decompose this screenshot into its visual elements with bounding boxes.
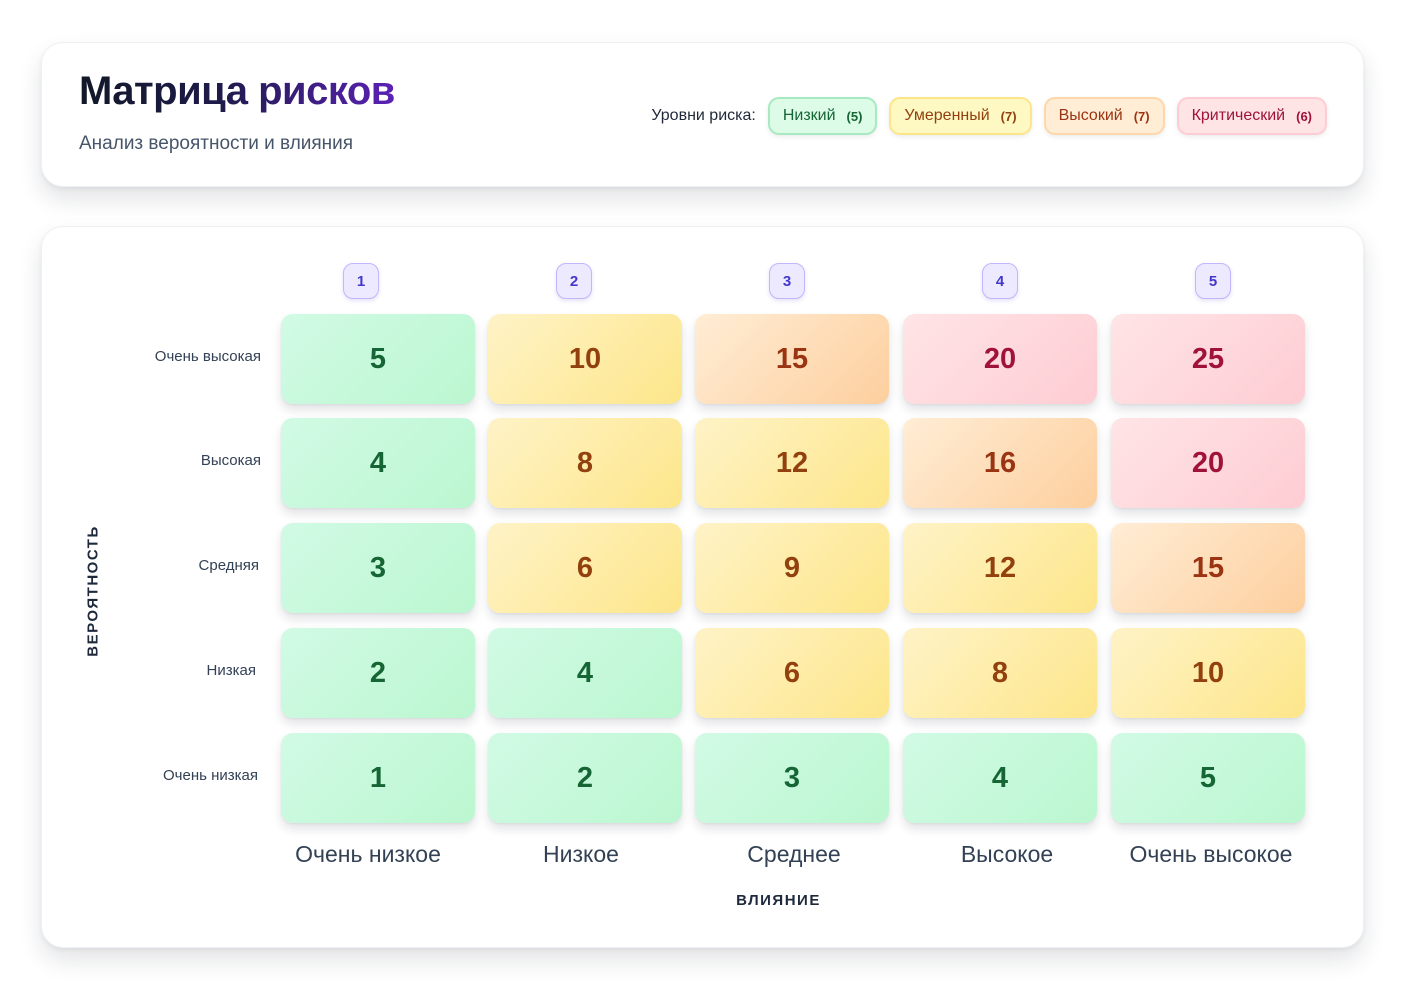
risk-cell[interactable]: 12: [903, 523, 1097, 613]
legend-pill-count: (6): [1296, 108, 1312, 124]
risk-cell[interactable]: 20: [903, 314, 1097, 404]
legend-pill-high: Высокий (7): [1043, 97, 1165, 135]
risk-cell[interactable]: 10: [1111, 628, 1305, 718]
legend-pill-label: Высокий: [1058, 107, 1123, 124]
column-label: Очень высокое: [1129, 841, 1293, 867]
column-label: Низкое: [543, 841, 619, 867]
column-number-badge: 1: [343, 263, 379, 299]
column-label: Среднее: [747, 841, 841, 867]
risk-cell[interactable]: 2: [281, 628, 475, 718]
risk-cell[interactable]: 4: [281, 418, 475, 508]
x-axis-title: ВЛИЯНИЕ: [736, 892, 821, 909]
legend-pill-label: Критический: [1191, 107, 1286, 124]
legend-pill-count: (5): [846, 108, 863, 124]
risk-cell[interactable]: 6: [488, 523, 682, 613]
risk-cell[interactable]: 12: [695, 418, 889, 508]
risk-cell[interactable]: 9: [695, 523, 889, 613]
legend-pill-label: Умеренный: [904, 107, 990, 124]
column-label: Очень низкое: [295, 841, 441, 867]
risk-cell[interactable]: 6: [695, 628, 889, 718]
column-number-badge: 2: [556, 263, 592, 299]
risk-cell[interactable]: 15: [1111, 523, 1305, 613]
legend-label: Уровни риска:: [651, 107, 756, 124]
y-axis-title: ВЕРОЯТНОСТЬ: [84, 525, 102, 657]
risk-cell[interactable]: 15: [695, 314, 889, 404]
page-title: Матрица рисков: [79, 69, 395, 113]
legend-pill-moderate: Умеренный (7): [889, 97, 1032, 135]
risk-cell[interactable]: 3: [695, 733, 889, 823]
risk-cell[interactable]: 20: [1111, 418, 1305, 508]
risk-cell[interactable]: 5: [281, 314, 475, 404]
legend-pill-count: (7): [1000, 108, 1017, 124]
risk-cell[interactable]: 5: [1111, 733, 1305, 823]
risk-cell[interactable]: 4: [903, 733, 1097, 823]
legend-pill-critical: Критический (6): [1176, 97, 1327, 135]
legend-pill-count: (7): [1133, 108, 1150, 124]
risk-cell[interactable]: 4: [488, 628, 682, 718]
legend-pill-label: Низкий: [782, 107, 836, 124]
risk-cell[interactable]: 8: [488, 418, 682, 508]
row-label: Низкая: [206, 662, 256, 679]
row-label: Очень низкая: [163, 767, 258, 784]
risk-cell[interactable]: 1: [281, 733, 475, 823]
row-label: Средняя: [198, 557, 259, 574]
risk-cell[interactable]: 2: [488, 733, 682, 823]
header-card: Матрица рисков Анализ вероятности и влия…: [41, 42, 1364, 187]
column-label: Высокое: [960, 841, 1054, 867]
column-number-badge: 4: [982, 263, 1018, 299]
risk-cell[interactable]: 8: [903, 628, 1097, 718]
risk-cell[interactable]: 16: [903, 418, 1097, 508]
risk-cell[interactable]: 10: [488, 314, 682, 404]
column-number-badge: 3: [769, 263, 805, 299]
risk-cell[interactable]: 3: [281, 523, 475, 613]
row-label: Очень высокая: [154, 348, 261, 365]
risk-matrix-card: ВЕРОЯТНОСТЬ ВЛИЯНИЕ 1 2 3 4 5 Очень высокая Вы…: [41, 226, 1364, 948]
row-label: Высокая: [200, 452, 261, 469]
risk-legend: Уровни риска: Низкий (5) Умеренный (7) В…: [651, 96, 1327, 136]
column-number-badge: 5: [1195, 263, 1231, 299]
legend-pill-low: Низкий (5): [767, 97, 878, 135]
risk-cell[interactable]: 25: [1111, 314, 1305, 404]
page-subtitle: Анализ вероятности и влияния: [79, 133, 354, 154]
